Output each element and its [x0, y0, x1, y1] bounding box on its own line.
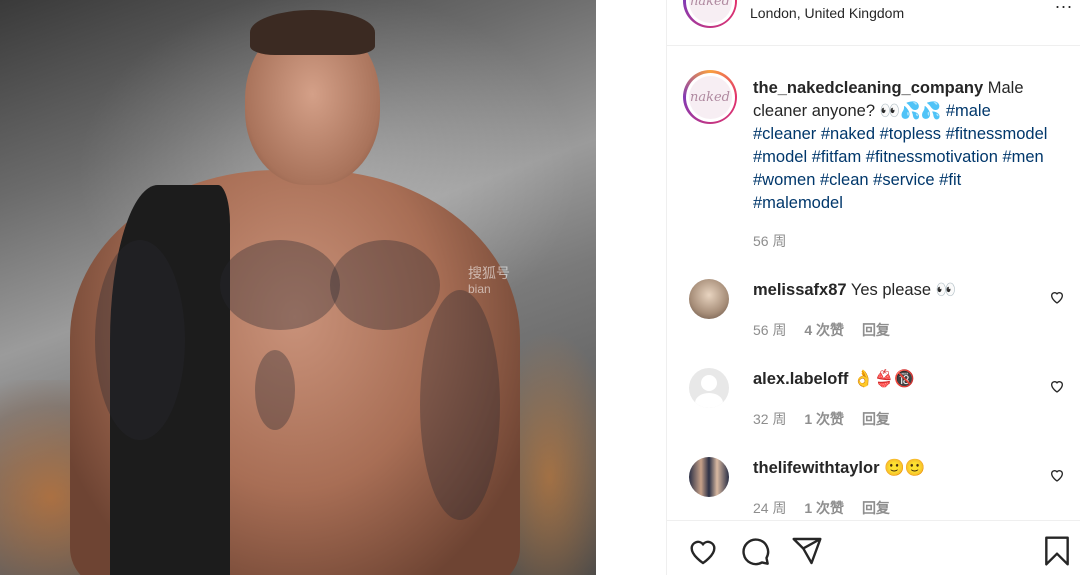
commenter-avatar[interactable]: [689, 279, 729, 319]
photo-tattoo: [255, 350, 295, 430]
comment-reply-button[interactable]: 回复: [862, 411, 890, 427]
heart-icon[interactable]: [687, 535, 719, 567]
post-side-panel: naked London, United Kingdom ... naked t…: [666, 0, 1080, 575]
photo-tattoo: [95, 240, 185, 440]
author-avatar-logo: naked: [688, 0, 732, 23]
default-avatar-head: [701, 375, 717, 391]
photo-watermark: 搜狐号 bian: [468, 265, 510, 297]
share-icon[interactable]: [791, 535, 823, 567]
comment-likes[interactable]: 1 次赞: [804, 500, 844, 516]
comment-username[interactable]: thelifewithtaylor: [753, 459, 880, 477]
watermark-text: 搜狐号: [468, 265, 510, 281]
comment-username[interactable]: melissafx87: [753, 281, 847, 299]
comment-icon[interactable]: [739, 535, 771, 567]
comment-meta: 56 周 4 次赞 回复: [753, 320, 904, 340]
comment-text: 🙂🙂: [884, 459, 926, 477]
post-photo[interactable]: 搜狐号 bian: [0, 0, 596, 575]
post-location[interactable]: London, United Kingdom: [750, 5, 904, 21]
post-action-bar: [667, 520, 1080, 575]
comment-body: melissafx87 Yes please 👀: [753, 281, 956, 300]
comment-username[interactable]: alex.labeloff: [753, 370, 848, 388]
photo-tattoo: [330, 240, 440, 330]
post-caption: the_nakedcleaning_company Male cleaner a…: [753, 77, 1053, 215]
comment-reply-button[interactable]: 回复: [862, 500, 890, 516]
comment-text: 👌👙🔞: [852, 370, 915, 388]
comment-body: alex.labeloff 👌👙🔞: [753, 370, 915, 389]
comment-item: alex.labeloff 👌👙🔞 32 周 1 次赞 回复: [667, 368, 1080, 448]
comment-time[interactable]: 56 周: [753, 322, 786, 338]
default-avatar-shoulders: [695, 393, 723, 408]
comment-text: Yes please 👀: [850, 281, 957, 299]
comment-time[interactable]: 32 周: [753, 411, 786, 427]
comment-like-heart-icon[interactable]: [1049, 289, 1065, 305]
comment-like-heart-icon[interactable]: [1049, 467, 1065, 483]
author-avatar[interactable]: naked: [683, 0, 737, 28]
caption-avatar-logo: naked: [688, 75, 732, 119]
comment-item: melissafx87 Yes please 👀 56 周 4 次赞 回复: [667, 279, 1080, 359]
commenter-avatar[interactable]: [689, 368, 729, 408]
comment-meta: 24 周 1 次赞 回复: [753, 498, 904, 518]
watermark-sub-text: bian: [468, 282, 491, 296]
bookmark-icon[interactable]: [1041, 535, 1073, 567]
photo-tattoo: [420, 290, 500, 520]
caption-timestamp[interactable]: 56 周: [753, 231, 786, 251]
photo-figure-hair: [250, 10, 375, 55]
comment-time[interactable]: 24 周: [753, 500, 786, 516]
comment-likes[interactable]: 1 次赞: [804, 411, 844, 427]
more-options-icon[interactable]: ...: [1055, 0, 1073, 13]
photo-tattoo: [220, 240, 340, 330]
comment-like-heart-icon[interactable]: [1049, 378, 1065, 394]
comment-meta: 32 周 1 次赞 回复: [753, 409, 904, 429]
post-header: naked London, United Kingdom ...: [667, 0, 1080, 46]
commenter-avatar[interactable]: [689, 457, 729, 497]
comment-reply-button[interactable]: 回复: [862, 322, 890, 338]
comment-likes[interactable]: 4 次赞: [804, 322, 844, 338]
caption-username[interactable]: the_nakedcleaning_company: [753, 79, 983, 97]
comment-body: thelifewithtaylor 🙂🙂: [753, 459, 925, 478]
caption-author-avatar[interactable]: naked: [683, 70, 737, 124]
